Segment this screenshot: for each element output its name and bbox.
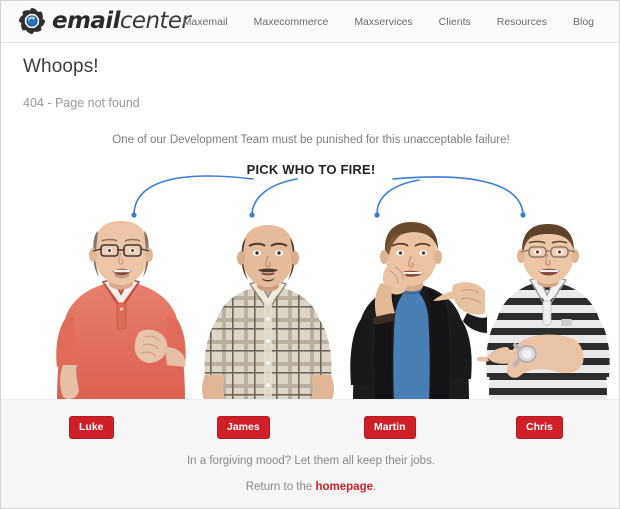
return-home-text: Return to the homepage. [1,481,619,493]
fire-button-james[interactable]: James [217,416,270,439]
nav-item-maxservices[interactable]: Maxservices [341,16,425,28]
site-header: emailcenter Maxemail Maxecommerce Maxser… [1,1,619,43]
person-photo-james[interactable] [193,223,343,401]
fire-button-martin[interactable]: Martin [364,416,416,439]
nav-item-maxecommerce[interactable]: Maxecommerce [241,16,342,28]
main-nav: Maxemail Maxecommerce Maxservices Client… [170,1,607,43]
error-subtitle: 404 - Page not found [23,96,140,110]
nav-item-blog[interactable]: Blog [560,16,607,28]
arrow-curve-chris [392,176,524,215]
logo-text-bold: email [52,8,120,34]
arrow-dot-chris [520,212,526,218]
arrow-dot-martin [374,212,380,218]
pick-who-to-fire-label: PICK WHO TO FIRE! [246,162,376,177]
nav-item-maxemail[interactable]: Maxemail [170,16,241,28]
homepage-link[interactable]: homepage [315,481,373,493]
arrow-curve-martin [376,179,420,215]
arrow-dot-luke [131,212,137,218]
page-root: emailcenter Maxemail Maxecommerce Maxser… [0,0,620,509]
nav-item-clients[interactable]: Clients [426,16,484,28]
page-title: Whoops! [23,56,99,77]
fire-button-luke[interactable]: Luke [69,416,114,439]
forgiving-mood-text: In a forgiving mood? Let them all keep t… [186,455,436,467]
return-suffix: . [373,481,377,493]
prompt-text: One of our Development Team must be puni… [112,134,510,146]
footer: Luke James Martin Chris In a forgiving m… [1,399,619,508]
swirl-pinwheel-icon [17,6,47,36]
person-photo-chris[interactable] [477,223,620,401]
arrow-dot-james [249,212,255,218]
arrow-curve-james [251,178,298,215]
logo[interactable]: emailcenter [17,6,191,36]
team-photos [1,219,620,401]
person-photo-martin[interactable] [337,221,487,401]
title-block: Whoops! 404 - Page not found [23,56,140,110]
arrow-curve-luke [133,175,254,215]
person-photo-luke[interactable] [45,219,197,401]
fire-button-chris[interactable]: Chris [516,416,563,439]
return-prefix: Return to the [245,481,316,493]
nav-item-resources[interactable]: Resources [484,16,560,28]
